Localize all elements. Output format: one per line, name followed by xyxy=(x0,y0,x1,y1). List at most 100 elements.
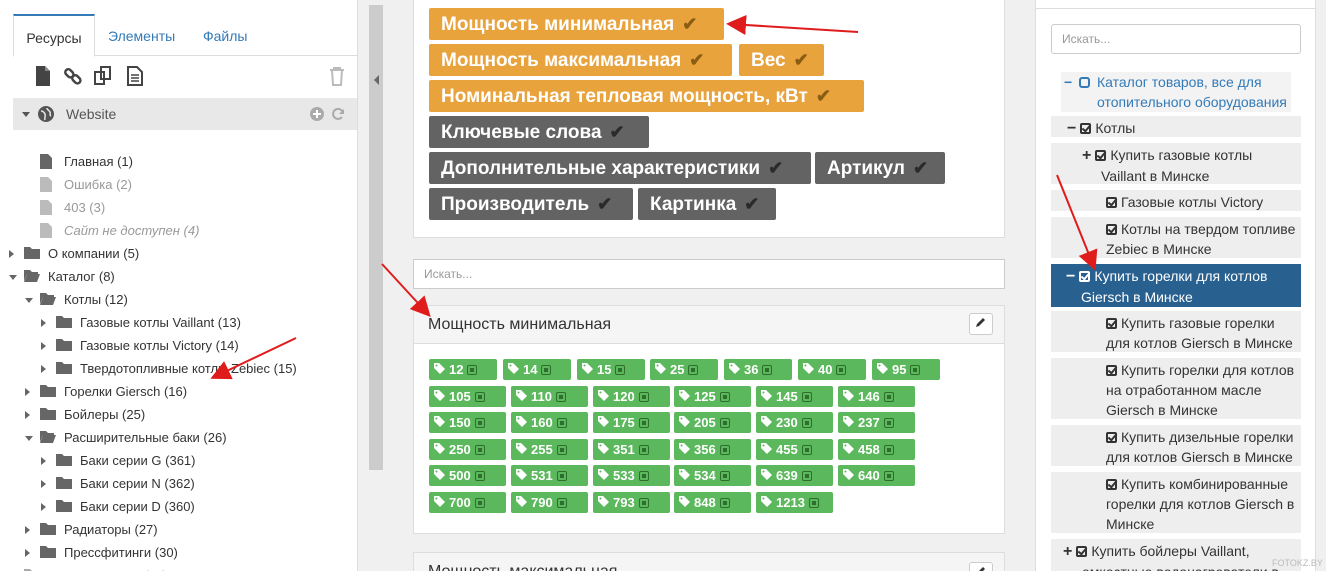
value-tag[interactable]: 125 xyxy=(674,385,751,407)
edit-button[interactable] xyxy=(969,313,993,335)
collapse-panel-button[interactable] xyxy=(370,60,384,100)
text-document-icon[interactable] xyxy=(126,66,144,86)
remove-icon[interactable] xyxy=(556,471,567,482)
chevron-right-icon[interactable] xyxy=(25,549,30,557)
value-tag[interactable]: 237 xyxy=(838,412,915,434)
chevron-right-icon[interactable] xyxy=(41,480,46,488)
remove-icon[interactable] xyxy=(474,471,485,482)
remove-icon[interactable] xyxy=(638,418,649,429)
value-tag[interactable]: 351 xyxy=(593,438,670,460)
value-tag[interactable]: 12 xyxy=(429,359,497,380)
value-tag[interactable]: 36 xyxy=(724,359,792,380)
value-tag[interactable]: 534 xyxy=(674,465,751,487)
value-tag[interactable]: 146 xyxy=(838,385,915,407)
tab-files[interactable]: Файлы xyxy=(203,14,247,56)
remove-icon[interactable] xyxy=(719,418,730,429)
remove-icon[interactable] xyxy=(762,365,773,375)
checkbox-checked-icon[interactable] xyxy=(1106,479,1117,490)
checkbox-checked-icon[interactable] xyxy=(1080,123,1092,134)
field-tag[interactable]: Картинка ✔ xyxy=(638,188,776,220)
field-tag[interactable]: Дополнительные характеристики ✔ xyxy=(429,152,811,184)
remove-icon[interactable] xyxy=(801,471,812,482)
value-tag[interactable]: 230 xyxy=(756,412,833,434)
chevron-right-icon[interactable] xyxy=(41,365,46,373)
chevron-right-icon[interactable] xyxy=(41,342,46,350)
value-tag[interactable]: 531 xyxy=(511,465,588,487)
value-tag[interactable]: 14 xyxy=(503,359,571,380)
catalog-item[interactable]: Купить дизельные горелки для котлов Gier… xyxy=(1051,425,1301,468)
plus-icon[interactable]: + xyxy=(1063,543,1072,560)
trash-icon[interactable] xyxy=(328,66,346,86)
catalog-item[interactable]: Купить газовые горелки для котлов Giersc… xyxy=(1051,311,1301,354)
value-tag[interactable]: 700 xyxy=(429,492,506,513)
minus-icon[interactable]: − xyxy=(1066,268,1075,285)
value-tag[interactable]: 15 xyxy=(577,359,645,380)
remove-icon[interactable] xyxy=(474,498,485,508)
remove-icon[interactable] xyxy=(910,365,921,375)
catalog-item[interactable]: + Купить бойлеры Vaillant, емкостные водо… xyxy=(1051,539,1301,571)
field-tag[interactable]: Вес ✔ xyxy=(739,44,824,76)
value-tag[interactable]: 790 xyxy=(511,492,588,513)
remove-icon[interactable] xyxy=(719,391,730,402)
value-tag[interactable]: 458 xyxy=(838,438,915,460)
chevron-down-icon[interactable] xyxy=(9,275,17,280)
catalog-item[interactable]: Газовые котлы Victory xyxy=(1051,190,1301,213)
remove-icon[interactable] xyxy=(467,365,478,375)
catalog-root[interactable]: − Каталог товаров, все для отопительного… xyxy=(1061,72,1291,112)
remove-icon[interactable] xyxy=(719,471,730,482)
remove-icon[interactable] xyxy=(615,365,626,375)
value-tag[interactable]: 110 xyxy=(511,385,588,407)
checkbox-checked-icon[interactable] xyxy=(1095,150,1107,161)
field-tag[interactable]: Производитель ✔ xyxy=(429,188,633,220)
value-tag[interactable]: 40 xyxy=(798,359,866,380)
remove-icon[interactable] xyxy=(556,444,567,455)
chevron-down-icon[interactable] xyxy=(22,112,30,117)
field-tag[interactable]: Мощность максимальная ✔ xyxy=(429,44,732,76)
field-tag[interactable]: Номинальная тепловая мощность, кВт ✔ xyxy=(429,80,864,112)
value-tag[interactable]: 250 xyxy=(429,438,506,460)
catalog-search-input[interactable]: Искать... xyxy=(1051,24,1301,54)
remove-icon[interactable] xyxy=(556,498,567,508)
remove-icon[interactable] xyxy=(556,418,567,429)
remove-icon[interactable] xyxy=(719,444,730,455)
remove-icon[interactable] xyxy=(801,391,812,402)
checkbox-checked-icon[interactable] xyxy=(1106,197,1117,208)
remove-icon[interactable] xyxy=(883,471,894,482)
remove-icon[interactable] xyxy=(474,418,485,429)
value-tag[interactable]: 455 xyxy=(756,438,833,460)
edit-button-2[interactable] xyxy=(969,562,993,571)
checkbox-checked-icon[interactable] xyxy=(1106,224,1117,235)
remove-icon[interactable] xyxy=(638,498,649,508)
catalog-item[interactable]: − Купить горелки для котлов Giersch в Мин… xyxy=(1051,264,1301,309)
field-tag[interactable]: Артикул ✔ xyxy=(815,152,945,184)
value-tag[interactable]: 120 xyxy=(593,385,670,407)
site-root[interactable]: Website xyxy=(13,98,357,130)
remove-icon[interactable] xyxy=(801,418,812,429)
refresh-icon[interactable] xyxy=(331,107,345,121)
catalog-item[interactable]: + Купить газовые котлы Vaillant в Минске xyxy=(1051,143,1301,186)
value-tag[interactable]: 175 xyxy=(593,412,670,434)
value-tag[interactable]: 25 xyxy=(650,359,718,380)
chevron-right-icon[interactable] xyxy=(9,250,14,258)
value-tag[interactable]: 848 xyxy=(674,492,751,513)
remove-icon[interactable] xyxy=(638,391,649,402)
value-tag[interactable]: 255 xyxy=(511,438,588,460)
chevron-right-icon[interactable] xyxy=(25,526,30,534)
value-tag[interactable]: 205 xyxy=(674,412,751,434)
value-tag[interactable]: 793 xyxy=(593,492,670,513)
remove-icon[interactable] xyxy=(836,365,847,375)
remove-icon[interactable] xyxy=(808,498,819,508)
value-tag[interactable]: 533 xyxy=(593,465,670,487)
minus-icon[interactable]: − xyxy=(1067,120,1076,137)
plus-icon[interactable]: + xyxy=(1082,147,1091,164)
checkbox-checked-icon[interactable] xyxy=(1106,432,1117,443)
right-scrollbar[interactable] xyxy=(1316,0,1326,571)
remove-icon[interactable] xyxy=(541,365,552,375)
chevron-down-icon[interactable] xyxy=(25,298,33,303)
chevron-right-icon[interactable] xyxy=(41,319,46,327)
catalog-item[interactable]: Купить комбинированные горелки для котло… xyxy=(1051,472,1301,535)
chevron-down-icon[interactable] xyxy=(25,436,33,441)
chevron-right-icon[interactable] xyxy=(41,503,46,511)
link-icon[interactable] xyxy=(64,66,82,86)
tab-resources[interactable]: Ресурсы xyxy=(13,14,95,57)
